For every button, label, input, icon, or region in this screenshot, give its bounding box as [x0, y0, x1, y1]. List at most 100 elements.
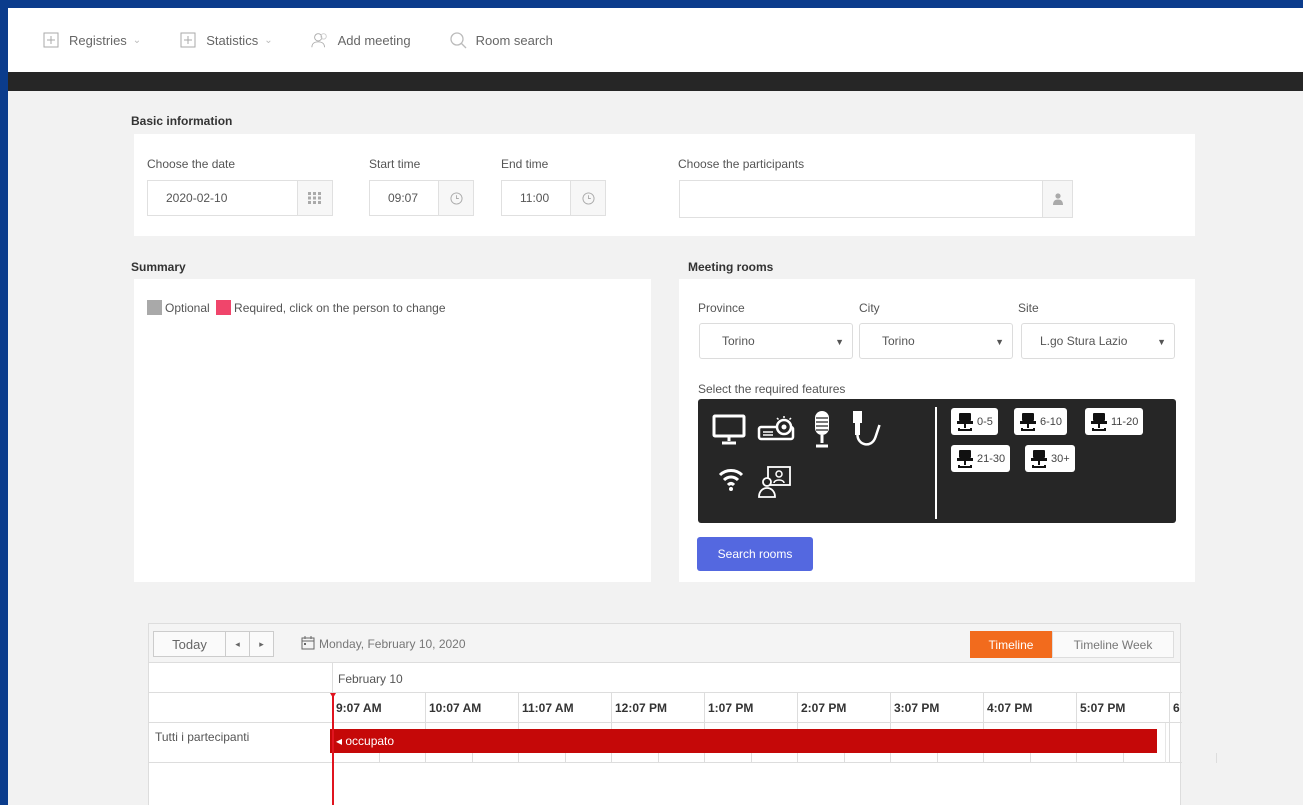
date-field[interactable]: 2020-02-10	[147, 180, 333, 216]
half-hour-tick	[750, 753, 752, 763]
half-hour-tick	[378, 753, 380, 763]
province-value: Torino	[722, 334, 755, 348]
features-divider	[935, 407, 937, 519]
features-panel: 0-5 6-10 11-20 21-30 30+	[698, 399, 1176, 523]
capacity-label: 30+	[1051, 452, 1070, 465]
end-time-label: End time	[501, 157, 549, 171]
city-label: City	[859, 301, 880, 315]
participants-input[interactable]	[679, 180, 1073, 218]
half-hour-tick	[1122, 753, 1124, 763]
nav-registries-label: Registries	[69, 32, 127, 48]
capacity-label: 6-10	[1040, 415, 1063, 428]
meeting-rooms-title: Meeting rooms	[688, 260, 774, 274]
end-time-field[interactable]: 11:00	[501, 180, 606, 216]
optional-legend-label: Optional	[165, 301, 210, 315]
meeting-rooms-card: Province Torino ▼ City Torino ▼ Site L.g…	[679, 279, 1195, 582]
capacity-label: 21-30	[977, 452, 1006, 465]
office-chair-icon	[1091, 412, 1107, 431]
province-label: Province	[698, 301, 745, 315]
half-hour-tick	[843, 753, 845, 763]
site-select[interactable]: L.go Stura Lazio ▼	[1021, 323, 1175, 359]
office-chair-icon	[1031, 449, 1047, 468]
hour-label: 12:07 PM	[615, 701, 668, 715]
current-time-marker	[330, 693, 336, 698]
view-timeline-week-button[interactable]: Timeline Week	[1052, 631, 1174, 658]
participants-label: Choose the participants	[678, 157, 805, 171]
view-timeline-button[interactable]: Timeline	[970, 631, 1052, 658]
prev-button[interactable]: ◂	[225, 631, 250, 657]
hour-label: 2:07 PM	[801, 701, 847, 715]
nav-statistics-label: Statistics	[206, 32, 259, 48]
today-button[interactable]: Today	[153, 631, 226, 657]
summary-legend: Optional Required, click on the person t…	[147, 300, 446, 315]
nav-room-search[interactable]: Room search	[449, 31, 553, 49]
day-header-label: February 10	[338, 672, 403, 686]
hour-label: 9:07 AM	[336, 701, 382, 715]
busy-event[interactable]: ◂ occupato	[330, 729, 1157, 753]
required-legend-label: Required, click on the person to change	[234, 301, 446, 315]
users-icon	[311, 31, 329, 49]
nav-add-meeting[interactable]: Add meeting	[311, 31, 411, 49]
site-label: Site	[1018, 301, 1039, 315]
hour-label: 6	[1173, 701, 1180, 715]
required-swatch	[216, 300, 232, 315]
start-time-label: Start time	[369, 157, 421, 171]
basic-info-card: Choose the date 2020-02-10 Start time 09…	[134, 134, 1195, 236]
end-time-value: 11:00	[520, 191, 550, 205]
clock-icon[interactable]	[570, 181, 605, 215]
start-time-field[interactable]: 09:07	[369, 180, 474, 216]
hour-label: 5:07 PM	[1080, 701, 1126, 715]
clock-icon[interactable]	[438, 181, 473, 215]
office-chair-icon	[957, 449, 973, 468]
office-chair-icon	[1020, 412, 1036, 431]
hour-column-line	[1169, 693, 1170, 763]
nav-registries[interactable]: Registries ⌄	[42, 31, 141, 49]
day-header-row	[149, 663, 1182, 693]
city-select[interactable]: Torino ▼	[859, 323, 1013, 359]
app-window: Registries ⌄ Statistics ⌄ Add meeting Ro…	[8, 8, 1303, 805]
capacity-chip-11-20[interactable]: 11-20	[1085, 408, 1144, 435]
chevron-down-icon: ▼	[995, 337, 1004, 347]
half-hour-tick	[564, 753, 566, 763]
videoconference-icon[interactable]	[758, 465, 794, 502]
capacity-chip-6-10[interactable]: 6-10	[1014, 408, 1068, 435]
wifi-icon[interactable]	[718, 467, 744, 496]
half-hour-tick	[1215, 753, 1217, 763]
chevron-down-icon: ▼	[835, 337, 844, 347]
site-value: L.go Stura Lazio	[1040, 334, 1128, 348]
scheduler: Today ◂ ▸ Monday, February 10, 2020 Time…	[148, 623, 1217, 805]
microphone-icon[interactable]	[810, 409, 834, 452]
plus-box-icon	[42, 31, 60, 49]
hour-label: 4:07 PM	[987, 701, 1033, 715]
province-select[interactable]: Torino ▼	[699, 323, 853, 359]
search-rooms-button[interactable]: Search rooms	[697, 537, 813, 571]
search-icon	[449, 31, 467, 49]
calendar-grid-icon[interactable]	[297, 181, 332, 215]
half-hour-tick	[1029, 753, 1031, 763]
half-hour-tick	[936, 753, 938, 763]
header-divider-bar	[8, 72, 1303, 91]
features-label: Select the required features	[698, 382, 846, 396]
grid-end-line	[1165, 723, 1166, 763]
next-button[interactable]: ▸	[249, 631, 274, 657]
city-value: Torino	[882, 334, 915, 348]
scheduler-date-title[interactable]: Monday, February 10, 2020	[319, 637, 466, 651]
hour-label: 1:07 PM	[708, 701, 754, 715]
network-cable-icon[interactable]	[850, 409, 886, 452]
chevron-down-icon: ⌄	[264, 34, 273, 46]
monitor-icon[interactable]	[712, 413, 746, 448]
optional-swatch	[147, 300, 162, 315]
summary-title: Summary	[131, 260, 186, 274]
capacity-chip-21-30[interactable]: 21-30	[951, 445, 1011, 472]
chevron-down-icon: ▼	[1157, 337, 1166, 347]
capacity-chip-0-5[interactable]: 0-5	[951, 408, 998, 435]
plus-box-icon	[179, 31, 197, 49]
nav-statistics[interactable]: Statistics ⌄	[179, 31, 273, 49]
projector-icon[interactable]	[756, 413, 798, 448]
start-time-value: 09:07	[388, 191, 419, 205]
current-time-indicator	[332, 693, 334, 805]
calendar-icon[interactable]	[301, 636, 315, 653]
capacity-chip-30-plus[interactable]: 30+	[1025, 445, 1075, 472]
user-icon[interactable]	[1042, 181, 1072, 217]
nav-add-meeting-label: Add meeting	[337, 32, 411, 48]
